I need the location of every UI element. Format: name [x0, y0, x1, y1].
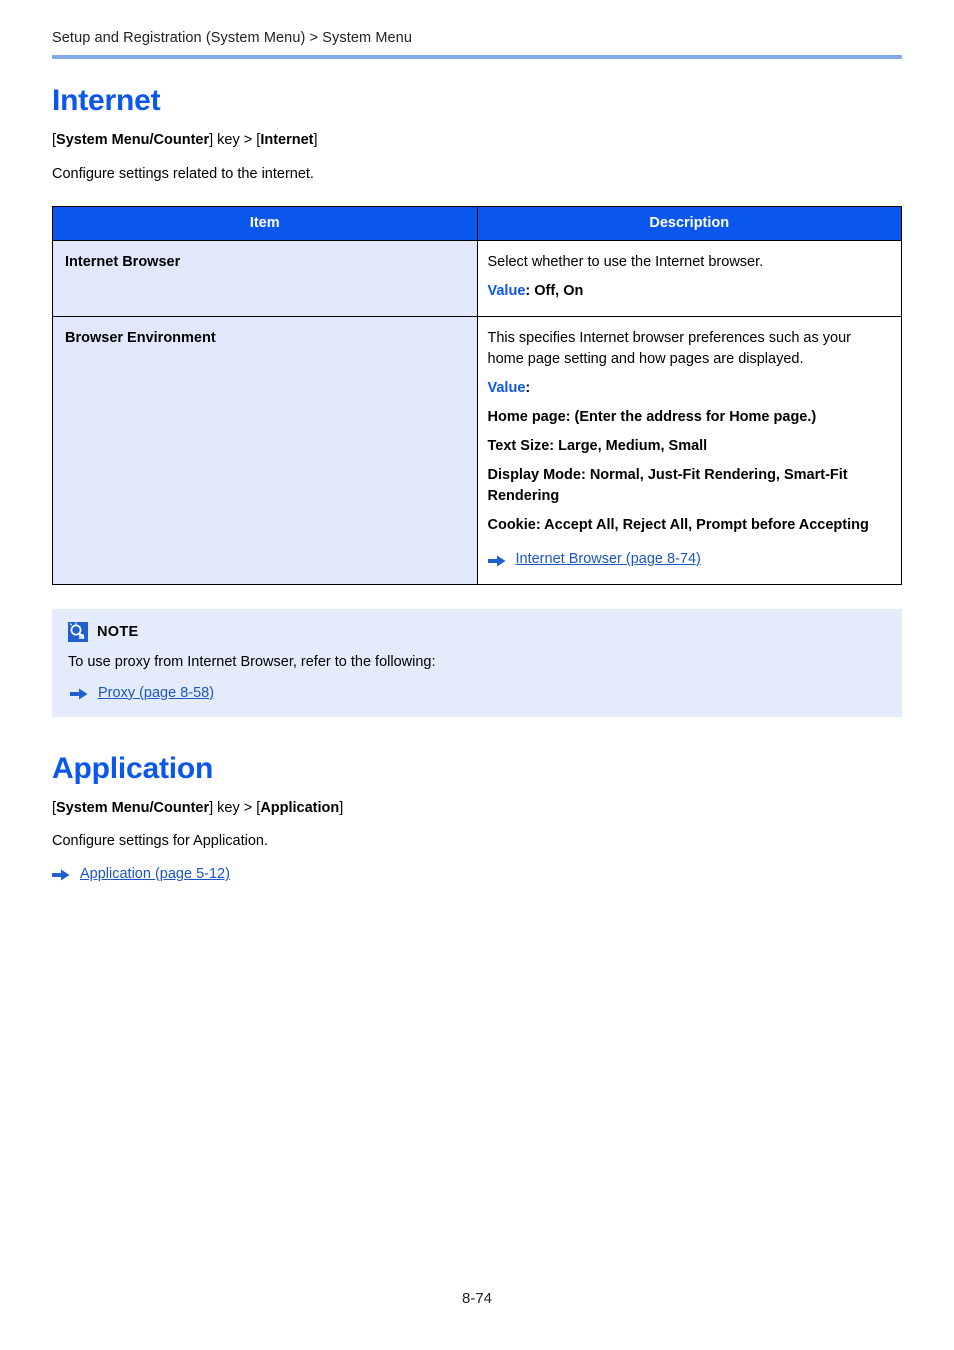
- intro-text-application: Configure settings for Application.: [52, 833, 269, 850]
- value-label: Value: [487, 380, 526, 397]
- document-page: Setup and Registration (System Menu) > S…: [0, 0, 954, 1350]
- value-label: Value: [487, 282, 526, 299]
- arrow-right-icon: [70, 687, 88, 701]
- arrow-right-icon: [487, 554, 506, 568]
- table-cell-description: This specifies Internet browser preferen…: [476, 315, 902, 586]
- application-cross-reference-row[interactable]: Application (page 5-12): [52, 866, 902, 882]
- settings-table: Item Description Internet Browser Select…: [52, 206, 902, 586]
- application-cross-reference-link[interactable]: Application (page 5-12): [80, 866, 230, 882]
- keypath-target-label: Application: [260, 799, 340, 816]
- page-number: 8-74: [461, 1290, 493, 1307]
- keypath-key-label: System Menu/Counter: [56, 132, 210, 148]
- value-option-text-size: Text Size: Large, Medium, Small: [487, 438, 708, 455]
- page-title-application: Application: [52, 751, 214, 785]
- keypath-internet: [System Menu/Counter] key > [Internet]: [52, 131, 902, 151]
- table-header-row: Item Description: [52, 206, 902, 241]
- keypath-key-label: System Menu/Counter: [56, 799, 210, 816]
- cross-reference-link[interactable]: Internet Browser (page 8-74): [516, 549, 701, 570]
- table-row: Browser Environment This specifies Inter…: [52, 315, 902, 586]
- value-line: Value:: [488, 378, 888, 399]
- note-title: NOTE: [97, 624, 139, 641]
- note-cross-reference-row[interactable]: Proxy (page 8-58): [70, 685, 886, 701]
- value-colon: :: [525, 380, 531, 397]
- note-cross-reference-link[interactable]: Proxy (page 8-58): [98, 685, 214, 701]
- table-cell-description: Select whether to use the Internet brows…: [476, 239, 902, 318]
- column-header-item: Item: [52, 206, 478, 241]
- note-box: NOTE To use proxy from Internet Browser,…: [52, 609, 902, 717]
- arrow-right-icon: [52, 868, 70, 882]
- keypath-bracket-close: ]: [313, 132, 318, 148]
- column-header-description: Description: [476, 206, 902, 241]
- table-cell-item: Browser Environment: [52, 315, 478, 586]
- page-title-internet: Internet: [52, 84, 161, 117]
- keypath-application: [System Menu/Counter] key > [Application…: [52, 799, 902, 819]
- intro-text-internet: Configure settings related to the intern…: [52, 165, 314, 182]
- value-option-display-mode: Display Mode: Normal, Just-Fit Rendering…: [487, 467, 848, 505]
- keypath-separator: ] key > [: [209, 799, 261, 816]
- table-row: Internet Browser Select whether to use t…: [52, 239, 902, 318]
- cross-reference-row[interactable]: Internet Browser (page 8-74): [487, 549, 888, 570]
- note-text: To use proxy from Internet Browser, refe…: [68, 654, 436, 671]
- table-cell-item: Internet Browser: [52, 239, 478, 318]
- value-option-cookie: Cookie: Accept All, Reject All, Prompt b…: [487, 517, 869, 534]
- value-options: : Off, On: [525, 282, 584, 299]
- keypath-target-label: Internet: [260, 132, 314, 148]
- breadcrumb: Setup and Registration (System Menu) > S…: [52, 30, 413, 46]
- description-text: Select whether to use the Internet brows…: [487, 253, 764, 270]
- keypath-separator: ] key > [: [209, 132, 261, 148]
- header-divider: [52, 55, 902, 59]
- description-text: This specifies Internet browser preferen…: [487, 330, 851, 368]
- note-header: NOTE: [68, 622, 886, 643]
- note-magnifier-icon: [68, 622, 88, 643]
- value-option-home-page: Home page: (Enter the address for Home p…: [487, 409, 817, 426]
- value-line: Value: Off, On: [488, 281, 888, 302]
- keypath-bracket-close: ]: [339, 799, 344, 816]
